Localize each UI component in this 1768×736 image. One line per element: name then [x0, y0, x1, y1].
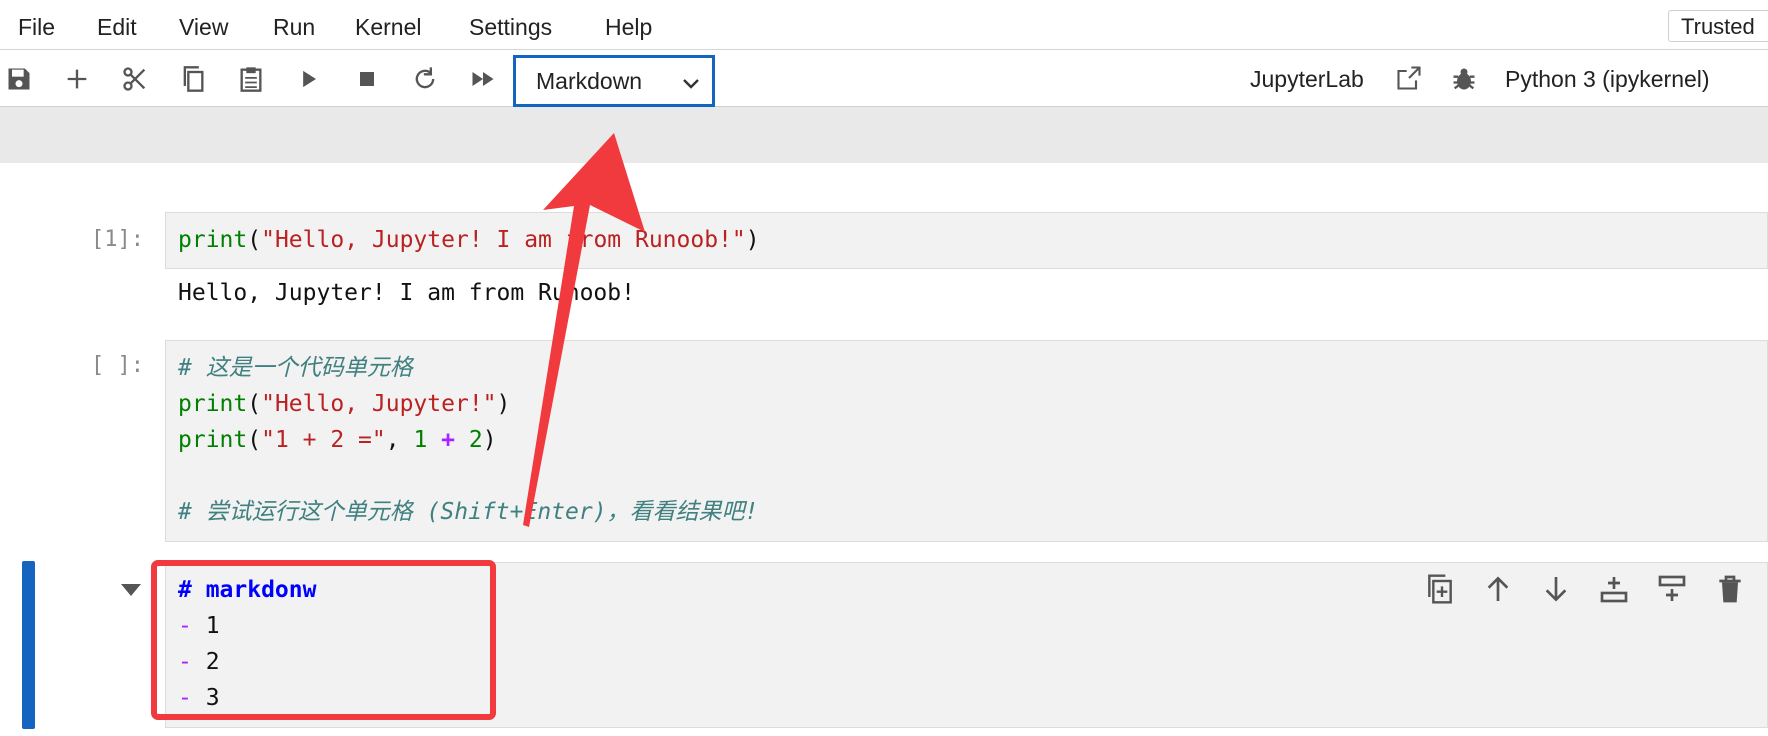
annotation-arrow [523, 133, 645, 527]
